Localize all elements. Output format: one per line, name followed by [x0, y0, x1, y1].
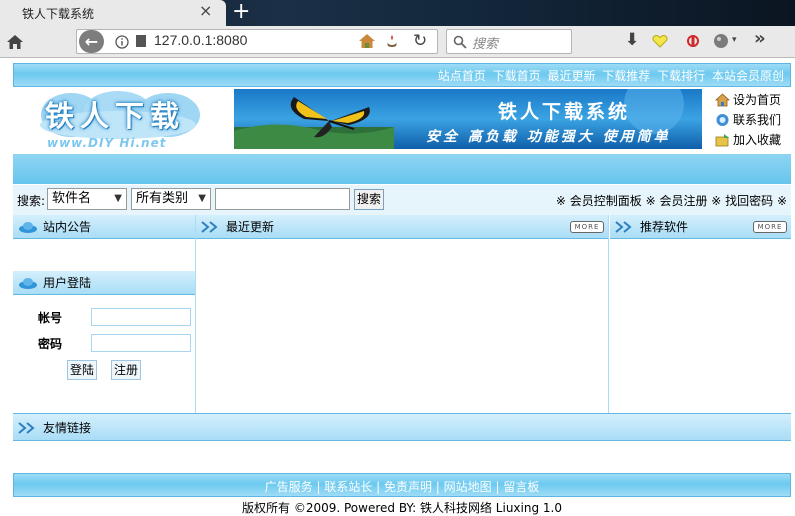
- notice-panel-header: 站内公告: [13, 215, 195, 239]
- recent-panel-title: 最近更新: [226, 220, 275, 234]
- back-button[interactable]: ←: [79, 30, 104, 53]
- search-field-select[interactable]: 软件名 ▼: [47, 188, 127, 210]
- keyword-input[interactable]: [215, 188, 350, 210]
- header-divider-bar: [13, 154, 791, 184]
- site-home-icon[interactable]: [358, 33, 376, 49]
- nav-link-download-home[interactable]: 下载首页: [493, 69, 541, 83]
- friend-links-bar: 友情链接: [13, 413, 791, 441]
- chevron-down-icon[interactable]: ▾: [732, 35, 737, 45]
- footer-bar: 广告服务 | 联系站长 | 免责声明 | 网站地图 | 留言板: [13, 473, 791, 497]
- category-select[interactable]: 所有类别 ▼: [131, 188, 211, 210]
- contact-us-link[interactable]: 联系我们: [713, 110, 791, 130]
- nav-link-recommend[interactable]: 下载推荐: [602, 69, 650, 83]
- nav-link-ranking[interactable]: 下载排行: [657, 69, 705, 83]
- add-favorite-label: 加入收藏: [733, 133, 782, 147]
- category-value: 所有类别: [136, 191, 189, 206]
- heart-icon[interactable]: [652, 34, 668, 48]
- cloud-icon: [19, 222, 37, 233]
- browser-tab-bar: 铁人下载系统 × +: [0, 0, 795, 26]
- search-button[interactable]: 搜索: [354, 189, 384, 210]
- password-input[interactable]: [91, 334, 191, 352]
- recommend-more-button[interactable]: MORE: [753, 221, 787, 233]
- search-row: 搜索: 软件名 ▼ 所有类别 ▼ 搜索 ※ 会员控制面板 ※ 会员注册 ※ 找回…: [13, 185, 791, 215]
- notice-panel-title: 站内公告: [43, 220, 92, 234]
- tab-title: 铁人下载系统: [22, 7, 95, 21]
- url-text: 127.0.0.1:8080: [154, 32, 248, 48]
- reload-icon[interactable]: ↻: [413, 31, 427, 51]
- nav-link-recent[interactable]: 最近更新: [547, 69, 595, 83]
- page-icon: [136, 35, 146, 47]
- butterfly-image: [290, 97, 370, 138]
- login-panel-header: 用户登陆: [13, 271, 195, 295]
- member-links[interactable]: ※ 会员控制面板 ※ 会员注册 ※ 找回密码 ※: [556, 192, 787, 209]
- recommend-panel-header: 推荐软件 MORE: [610, 215, 791, 239]
- footer-links[interactable]: 广告服务 | 联系站长 | 免责声明 | 网站地图 | 留言板: [14, 478, 790, 495]
- double-chevron-icon: [615, 221, 632, 233]
- middle-column: 最近更新 MORE: [195, 215, 609, 413]
- cloud-icon: [19, 278, 37, 289]
- copyright-text: 版权所有 ©2009. Powered BY: 铁人科技网络 Liuxing 1…: [242, 501, 562, 515]
- contact-icon: [716, 114, 729, 126]
- site-logo[interactable]: 铁人下载 www.DIY Hi.net: [33, 89, 203, 153]
- contact-us-label: 联系我们: [733, 113, 782, 127]
- new-tab-icon[interactable]: +: [232, 0, 250, 25]
- right-column: 推荐软件 MORE: [610, 215, 791, 413]
- add-favorite-link[interactable]: 加入收藏: [713, 130, 791, 150]
- left-column: 站内公告 用户登陆 帐号 密码 登陆 注册: [13, 215, 195, 413]
- banner: 铁人下载系统 安全 高负载 功能强大 使用简单: [234, 89, 702, 149]
- login-button[interactable]: 登陆: [67, 360, 97, 380]
- register-button[interactable]: 注册: [111, 360, 141, 380]
- login-panel-title: 用户登陆: [43, 276, 92, 290]
- recent-panel-header: 最近更新 MORE: [196, 215, 608, 239]
- chevron-down-icon: ▼: [198, 193, 206, 204]
- profile-icon[interactable]: [713, 33, 729, 49]
- java-icon[interactable]: [384, 33, 400, 49]
- chevron-down-icon: ▼: [114, 193, 122, 204]
- favorite-icon: [715, 134, 729, 147]
- banner-subtitle: 安全 高负载 功能强大 使用简单: [426, 129, 671, 145]
- search-label: 搜索:: [17, 194, 46, 208]
- search-field-value: 软件名: [52, 191, 92, 206]
- search-placeholder: 搜索: [472, 37, 499, 52]
- account-label: 帐号: [38, 311, 63, 325]
- browser-tab[interactable]: 铁人下载系统 ×: [0, 0, 226, 26]
- double-chevron-icon: [18, 422, 35, 434]
- logo-text: 铁人下载: [45, 99, 186, 133]
- header-side-links: 设为首页 联系我们 加入收藏: [713, 90, 791, 150]
- info-icon[interactable]: [115, 35, 129, 49]
- recent-more-button[interactable]: MORE: [570, 221, 604, 233]
- nav-link-member-original[interactable]: 本站会员原创: [712, 69, 784, 83]
- addon-icon[interactable]: [686, 33, 700, 49]
- top-nav-links: 站点首页 下载首页 最近更新 下载推荐 下载排行 本站会员原创: [435, 67, 784, 84]
- password-label: 密码: [38, 337, 63, 351]
- page: 站点首页 下载首页 最近更新 下载推荐 下载排行 本站会员原创 铁人下载 www…: [13, 59, 791, 515]
- set-homepage-label: 设为首页: [733, 93, 782, 107]
- browser-navbar: ← 127.0.0.1:8080 ↻ 搜索 ⬇ ▾ »: [0, 26, 795, 58]
- double-chevron-icon: [201, 221, 218, 233]
- download-icon[interactable]: ⬇: [625, 30, 639, 50]
- friend-links-title: 友情链接: [43, 421, 92, 435]
- close-tab-icon[interactable]: ×: [199, 1, 212, 20]
- overflow-menu-icon[interactable]: »: [754, 28, 766, 49]
- home-icon: [715, 93, 730, 107]
- recommend-panel-title: 推荐软件: [640, 220, 689, 234]
- top-nav-bar: 站点首页 下载首页 最近更新 下载推荐 下载排行 本站会员原创: [13, 63, 791, 87]
- account-input[interactable]: [91, 308, 191, 326]
- set-homepage-link[interactable]: 设为首页: [713, 90, 791, 110]
- logo-url: www.DIY Hi.net: [47, 136, 167, 150]
- search-icon: [453, 35, 467, 49]
- nav-link-site-home[interactable]: 站点首页: [438, 69, 486, 83]
- banner-title: 铁人下载系统: [498, 101, 631, 123]
- home-icon[interactable]: [6, 34, 24, 50]
